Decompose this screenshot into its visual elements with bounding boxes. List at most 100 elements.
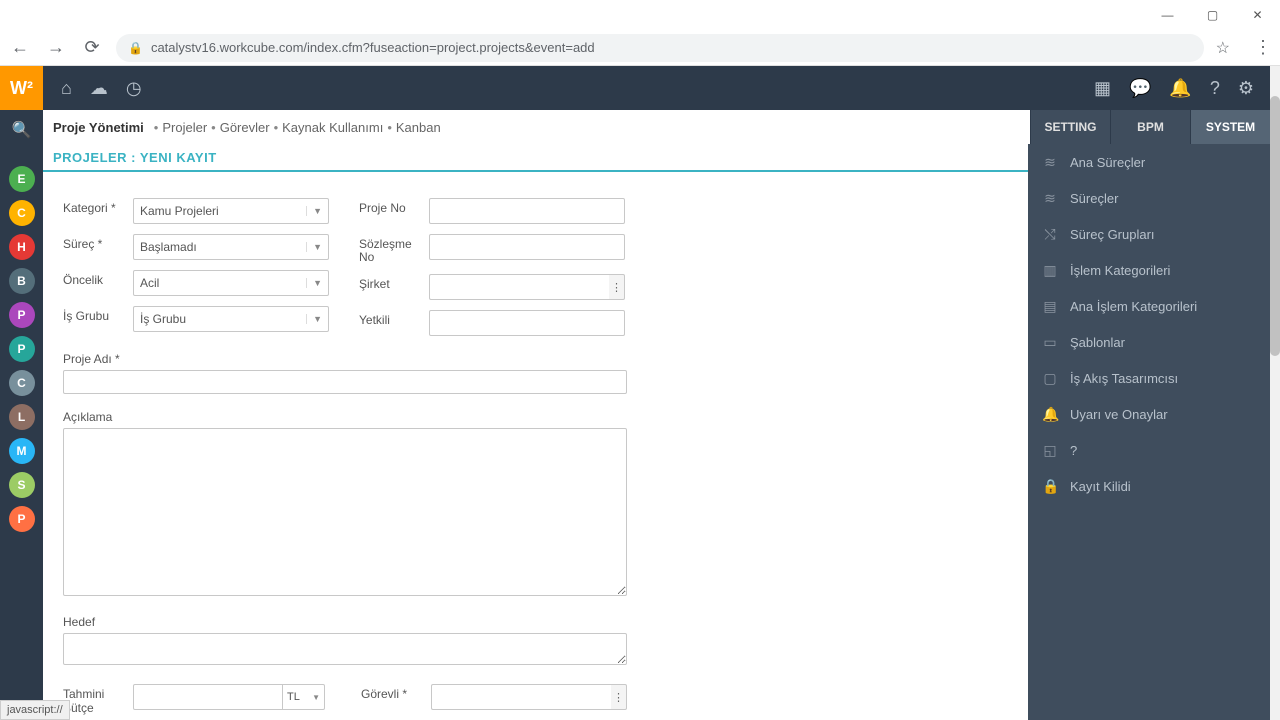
breadcrumb-link[interactable]: Görevler (220, 120, 270, 135)
right-panel-item[interactable]: ≋Ana Süreçler (1028, 144, 1270, 180)
sozlesme-input[interactable] (429, 234, 625, 260)
projeadi-label: Proje Adı * (63, 352, 1008, 366)
lock-icon: 🔒 (128, 41, 143, 55)
hedef-label: Hedef (63, 615, 1008, 629)
home-icon[interactable]: ⌂ (61, 78, 72, 99)
dock-avatar[interactable]: P (9, 336, 35, 362)
aciklama-label: Açıklama (63, 410, 1008, 424)
right-panel-item-icon: ▢ (1042, 370, 1058, 387)
right-panel-item[interactable]: ⤭ Süreç Grupları (1028, 216, 1270, 252)
breadcrumb-link[interactable]: Projeler (162, 120, 207, 135)
right-panel-item[interactable]: 🔔Uyarı ve Onaylar (1028, 396, 1270, 432)
dock-avatar[interactable]: L (9, 404, 35, 430)
isgrubu-label: İş Grubu (63, 306, 125, 323)
scroll-thumb[interactable] (1270, 96, 1280, 356)
mode-tab-system[interactable]: SYSTEM (1190, 110, 1270, 144)
right-panel-item-icon: ▭ (1042, 334, 1058, 351)
app-logo[interactable]: W² (0, 66, 43, 110)
oncelik-label: Öncelik (63, 270, 125, 287)
window-minimize-icon[interactable]: — (1145, 0, 1190, 30)
right-panel-item[interactable]: 🔒Kayıt Kilidi (1028, 468, 1270, 504)
right-panel-item[interactable]: ▢ İş Akış Tasarımcısı (1028, 360, 1270, 396)
sirket-input[interactable] (429, 274, 609, 300)
right-panel-item[interactable]: ≋ Süreçler (1028, 180, 1270, 216)
cloud-icon[interactable]: ☁ (90, 78, 108, 99)
back-button[interactable]: ← (8, 37, 32, 58)
forward-button[interactable]: → (44, 37, 68, 58)
dock-avatar[interactable]: C (9, 370, 35, 396)
right-sidebar: ≋Ana Süreçler≋Süreçler⤭Süreç Grupları▥İş… (1028, 144, 1270, 720)
page-title-bar: PROJELER : YENI KAYIT (43, 144, 1028, 172)
right-panel-item-icon: ▥ (1042, 262, 1058, 279)
dock-avatar[interactable]: H (9, 234, 35, 260)
browser-menu-icon[interactable]: ⋮ (1254, 37, 1272, 58)
hedef-textarea[interactable] (63, 633, 627, 665)
projeadi-input[interactable] (63, 370, 627, 394)
sozlesme-label: Sözleşme No (359, 234, 421, 264)
right-panel-item[interactable]: ▤ Ana İşlem Kategorileri (1028, 288, 1270, 324)
dock-avatar[interactable]: C (9, 200, 35, 226)
dock-avatar[interactable]: E (9, 166, 35, 192)
chat-icon[interactable]: 💬 (1129, 78, 1151, 99)
yetkili-input[interactable] (429, 310, 625, 336)
mode-tab-setting[interactable]: SETTING (1030, 110, 1110, 144)
right-panel-item-label: Süreç Grupları (1070, 227, 1155, 242)
window-close-icon[interactable]: ✕ (1235, 0, 1280, 30)
right-panel-item[interactable]: ▭ Şablonlar (1028, 324, 1270, 360)
isgrubu-select[interactable]: İş Grubu (133, 306, 329, 332)
projeno-label: Proje No (359, 198, 421, 215)
right-panel-item-icon: ▤ (1042, 298, 1058, 315)
page-scrollbar[interactable] (1270, 66, 1280, 720)
dock-avatar[interactable]: M (9, 438, 35, 464)
right-panel-item-label: Süreçler (1070, 191, 1118, 206)
gorevli-input[interactable] (431, 684, 611, 710)
bookmark-star-icon[interactable]: ☆ (1216, 38, 1230, 58)
browser-status-bar: javascript:// (0, 700, 70, 720)
yetkili-label: Yetkili (359, 310, 421, 327)
kategori-select[interactable]: Kamu Projeleri (133, 198, 329, 224)
window-maximize-icon[interactable]: ▢ (1190, 0, 1235, 30)
gorevli-picker-button[interactable]: ⋮ (611, 684, 627, 710)
dock-avatar[interactable]: P (9, 506, 35, 532)
kategori-label: Kategori * (63, 198, 125, 215)
breadcrumb-main[interactable]: Proje Yönetimi (53, 120, 144, 135)
app-header: W² ⌂ ☁ ◷ ▦ 💬 🔔 ? ⚙ (0, 66, 1270, 110)
dock-avatar[interactable]: S (9, 472, 35, 498)
gear-icon[interactable]: ⚙ (1238, 78, 1254, 99)
breadcrumb-link[interactable]: Kaynak Kullanımı (282, 120, 383, 135)
search-icon[interactable]: 🔍 (12, 120, 32, 140)
oncelik-select[interactable]: Acil (133, 270, 329, 296)
right-panel-item-icon: ≋ (1042, 190, 1058, 207)
dock-avatar[interactable]: P (9, 302, 35, 328)
surec-select[interactable]: Başlamadı (133, 234, 329, 260)
right-panel-item-icon: 🔔 (1042, 406, 1058, 423)
right-panel-item-label: İş Akış Tasarımcısı (1070, 371, 1178, 386)
right-panel-item[interactable]: ◱? (1028, 432, 1270, 468)
page-title: PROJELER : YENI KAYIT (53, 150, 217, 165)
gorevli-label: Görevli * (361, 684, 423, 701)
calendar-icon[interactable]: ▦ (1094, 78, 1111, 99)
left-dock: 🔍 ECHBPPCLMSP (0, 110, 43, 720)
right-panel-item-icon: ≋ (1042, 154, 1058, 171)
reload-button[interactable]: ⟳ (80, 37, 104, 58)
clock-icon[interactable]: ◷ (126, 78, 142, 99)
breadcrumb-link[interactable]: Kanban (396, 120, 441, 135)
tahmini-butce-input[interactable] (133, 684, 283, 710)
url-text: catalystv16.workcube.com/index.cfm?fusea… (151, 40, 1192, 55)
projeno-input[interactable] (429, 198, 625, 224)
address-bar[interactable]: 🔒 catalystv16.workcube.com/index.cfm?fus… (116, 34, 1204, 62)
help-icon[interactable]: ? (1210, 78, 1220, 99)
right-panel-item-label: ? (1070, 443, 1077, 458)
right-panel-item-icon: ⤭ (1042, 226, 1058, 243)
right-panel-item-label: Şablonlar (1070, 335, 1125, 350)
browser-toolbar: ← → ⟳ 🔒 catalystv16.workcube.com/index.c… (0, 30, 1280, 66)
bell-icon[interactable]: 🔔 (1169, 78, 1191, 99)
right-panel-item-label: Ana İşlem Kategorileri (1070, 299, 1197, 314)
right-panel-item[interactable]: ▥İşlem Kategorileri (1028, 252, 1270, 288)
sirket-picker-button[interactable]: ⋮ (609, 274, 625, 300)
dock-avatar[interactable]: B (9, 268, 35, 294)
mode-tab-bpm[interactable]: BPM (1110, 110, 1190, 144)
tahmini-butce-currency-select[interactable]: TL (283, 684, 325, 710)
right-panel-item-icon: 🔒 (1042, 478, 1058, 495)
aciklama-textarea[interactable] (63, 428, 627, 596)
